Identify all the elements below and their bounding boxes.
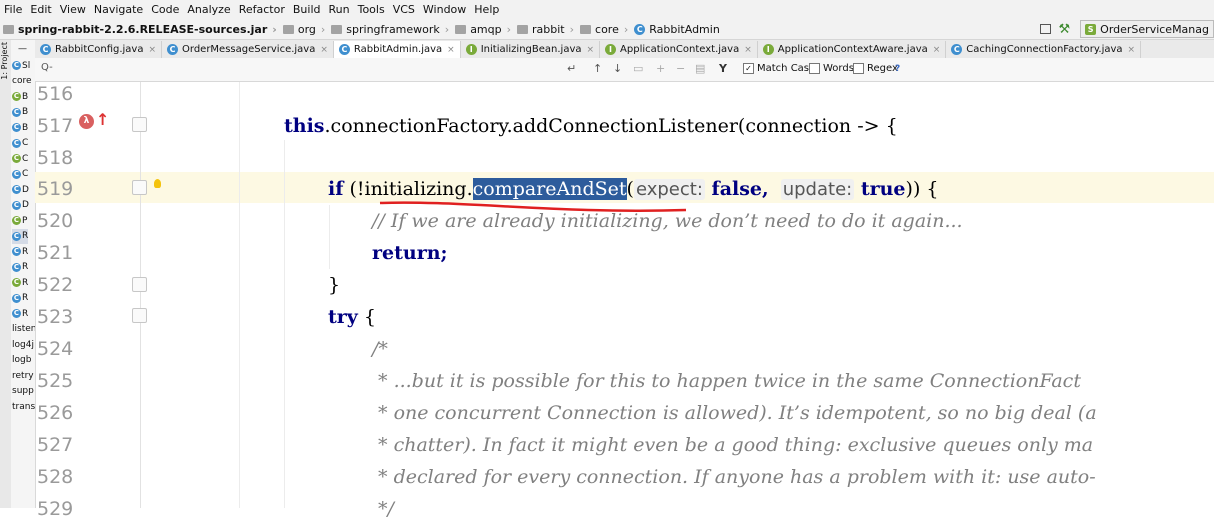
red-underline-annotation (0, 0, 1214, 508)
red-underline-stroke (380, 203, 686, 211)
